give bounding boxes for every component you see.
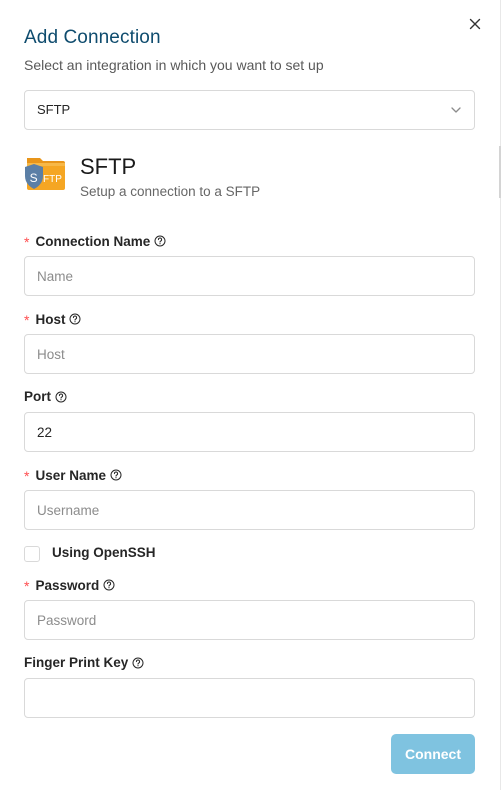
- help-icon[interactable]: [55, 391, 67, 403]
- help-icon[interactable]: [103, 579, 115, 591]
- connect-button[interactable]: Connect: [391, 734, 475, 774]
- host-input[interactable]: [24, 334, 475, 374]
- port-label: Port: [24, 389, 67, 404]
- help-icon[interactable]: [154, 235, 166, 247]
- user-name-label-text: User Name: [35, 467, 106, 483]
- using-openssh-label[interactable]: Using OpenSSH: [52, 545, 156, 560]
- close-button[interactable]: [466, 15, 484, 33]
- required-marker: *: [24, 578, 30, 594]
- integration-description: Setup a connection to a SFTP: [80, 184, 261, 199]
- connection-name-input[interactable]: [24, 256, 475, 296]
- add-connection-panel: Add Connection Select an integration in …: [0, 0, 501, 790]
- integration-select-value: SFTP: [37, 102, 71, 117]
- finger-print-key-label-text: Finger Print Key: [24, 655, 129, 670]
- integration-name: SFTP: [80, 154, 137, 179]
- user-name-label: * User Name: [24, 467, 122, 484]
- required-marker: *: [24, 312, 30, 328]
- finger-print-key-label: Finger Print Key: [24, 655, 144, 670]
- close-icon: [469, 18, 481, 30]
- port-label-text: Port: [24, 389, 51, 404]
- password-label-text: Password: [35, 577, 100, 593]
- chevron-down-icon: [451, 107, 461, 113]
- help-icon[interactable]: [110, 469, 122, 481]
- required-marker: *: [24, 468, 30, 484]
- password-label: * Password: [24, 577, 115, 594]
- integration-select[interactable]: SFTP: [24, 90, 475, 130]
- host-label: * Host: [24, 311, 81, 328]
- sftp-icon-text: FTP: [43, 174, 62, 185]
- password-input[interactable]: [24, 600, 475, 640]
- help-icon[interactable]: [69, 313, 81, 325]
- dialog-subtitle: Select an integration in which you want …: [24, 57, 324, 73]
- help-icon[interactable]: [132, 657, 144, 669]
- host-label-text: Host: [35, 311, 66, 327]
- sftp-folder-icon: FTP S: [25, 158, 65, 190]
- port-input[interactable]: [24, 412, 475, 452]
- sftp-icon-badge-letter: S: [30, 171, 38, 185]
- connection-name-label-text: Connection Name: [35, 233, 151, 249]
- user-name-input[interactable]: [24, 490, 475, 530]
- using-openssh-checkbox[interactable]: [24, 546, 40, 562]
- finger-print-key-input[interactable]: [24, 678, 475, 718]
- connection-name-label: * Connection Name: [24, 233, 166, 250]
- dialog-title: Add Connection: [24, 27, 161, 48]
- required-marker: *: [24, 234, 30, 250]
